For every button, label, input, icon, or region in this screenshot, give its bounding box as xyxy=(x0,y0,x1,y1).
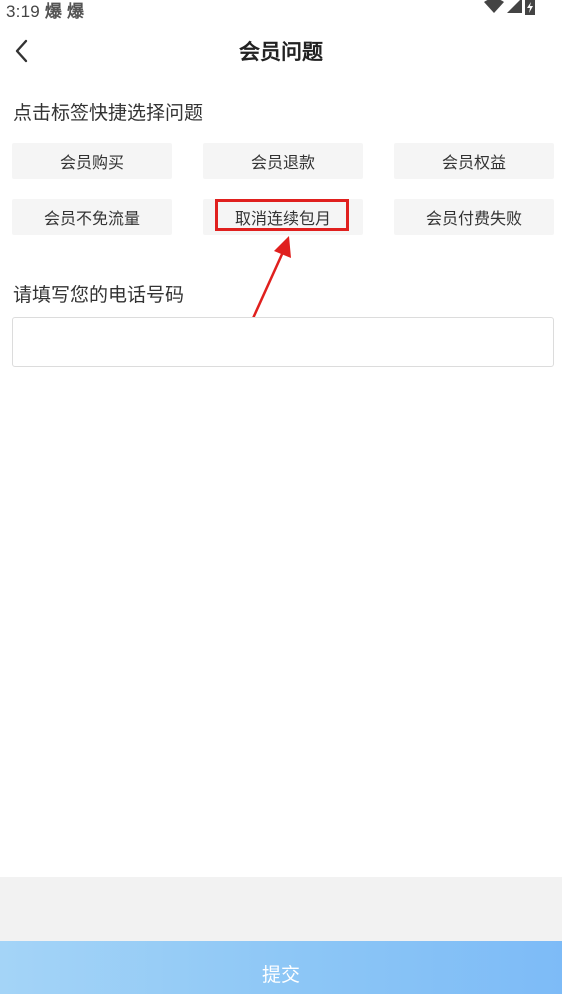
status-icons xyxy=(484,0,536,15)
bottom-area xyxy=(0,877,562,941)
tag-member-benefits[interactable]: 会员权益 xyxy=(394,143,554,179)
tag-cancel-auto-renew[interactable]: 取消连续包月 xyxy=(203,199,363,235)
tag-member-payment-failed[interactable]: 会员付费失败 xyxy=(394,199,554,235)
phone-label: 请填写您的电话号码 xyxy=(13,284,185,306)
page-title: 会员问题 xyxy=(239,40,323,64)
signal-icon xyxy=(507,0,522,13)
submit-button[interactable]: 提交 xyxy=(0,941,562,994)
header: 会员问题 xyxy=(0,22,562,80)
status-time: 3:19 爆 爆 xyxy=(6,0,84,22)
status-time-text: 3:19 xyxy=(6,2,40,21)
quick-tags-label: 点击标签快捷选择问题 xyxy=(13,102,204,124)
notification-icon: 爆 xyxy=(44,2,63,21)
phone-input[interactable] xyxy=(12,317,554,367)
tag-member-refund[interactable]: 会员退款 xyxy=(203,143,363,179)
notification-icon: 爆 xyxy=(66,2,85,21)
battery-icon xyxy=(525,0,535,15)
status-bar: 3:19 爆 爆 xyxy=(0,0,562,22)
wifi-icon xyxy=(484,0,504,13)
tag-member-purchase[interactable]: 会员购买 xyxy=(12,143,172,179)
tag-member-no-free-data[interactable]: 会员不免流量 xyxy=(12,199,172,235)
